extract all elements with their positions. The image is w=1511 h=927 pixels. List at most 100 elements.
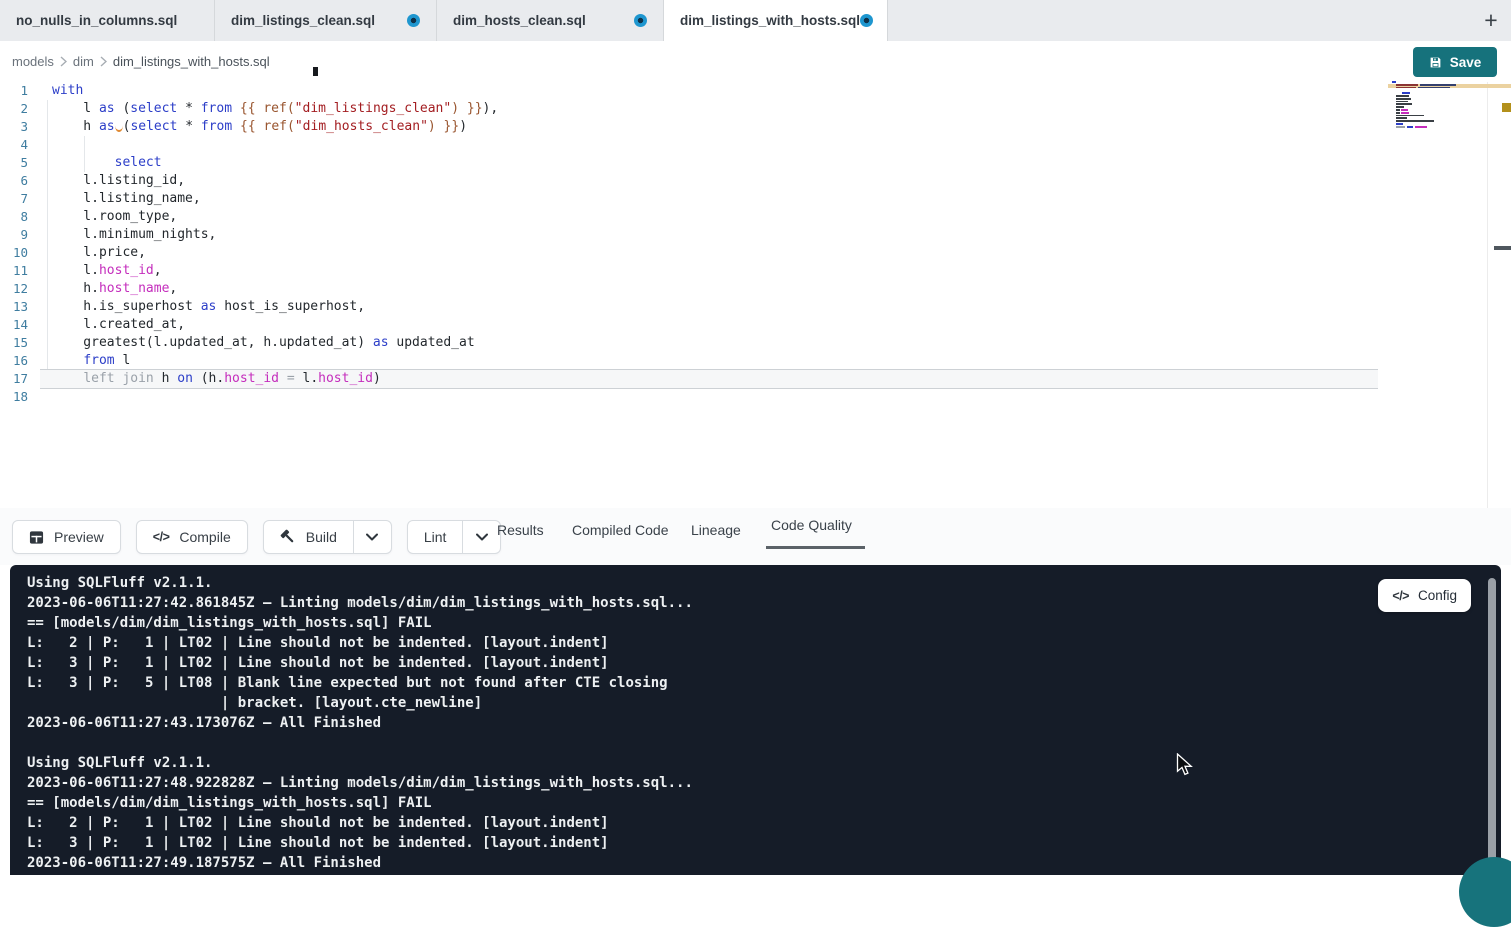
unsaved-changes-icon[interactable] bbox=[407, 14, 420, 27]
code-text: h as(select * from {{ ref("dim_hosts_cle… bbox=[28, 118, 467, 136]
line-number: 8 bbox=[0, 208, 28, 226]
minimap-line bbox=[1401, 112, 1409, 114]
breadcrumb-item[interactable]: dim bbox=[73, 54, 94, 69]
file-tab-dim_listings_clean[interactable]: dim_listings_clean.sql bbox=[215, 0, 437, 41]
lint-options-button[interactable] bbox=[462, 521, 500, 553]
code-line-15[interactable]: 15 greatest(l.updated_at, h.updated_at) … bbox=[0, 334, 1511, 352]
code-text: l.created_at, bbox=[28, 316, 185, 334]
mouse-cursor bbox=[1176, 753, 1195, 782]
minimap[interactable] bbox=[1388, 81, 1511, 151]
active-tab-underline bbox=[766, 546, 865, 549]
lint-label: Lint bbox=[424, 529, 447, 545]
code-text bbox=[28, 388, 52, 406]
unsaved-changes-icon[interactable] bbox=[634, 14, 647, 27]
file-tab-dim_listings_with_hosts[interactable]: dim_listings_with_hosts.sql bbox=[664, 0, 888, 41]
file-tab-dim_hosts_clean[interactable]: dim_hosts_clean.sql bbox=[437, 0, 664, 41]
line-number: 7 bbox=[0, 190, 28, 208]
save-button[interactable]: Save bbox=[1413, 47, 1497, 77]
code-line-4[interactable]: 4 bbox=[0, 136, 1511, 154]
code-text: select bbox=[28, 154, 162, 172]
breadcrumb: models dim dim_listings_with_hosts.sql bbox=[0, 41, 1511, 82]
code-text: left join h on (h.host_id = l.host_id) bbox=[28, 370, 381, 388]
code-line-10[interactable]: 10 l.price, bbox=[0, 244, 1511, 262]
minimap-line bbox=[1396, 84, 1418, 86]
panel-tab-results[interactable]: Results bbox=[497, 508, 544, 552]
file-tab-label: no_nulls_in_columns.sql bbox=[16, 13, 177, 28]
minimap-line bbox=[1396, 106, 1404, 108]
minimap-line bbox=[1396, 115, 1424, 117]
minimap-line bbox=[1396, 126, 1405, 128]
code-line-9[interactable]: 9 l.minimum_nights, bbox=[0, 226, 1511, 244]
code-line-18[interactable]: 18 bbox=[0, 388, 1511, 406]
build-options-button[interactable] bbox=[353, 521, 391, 553]
file-tab-label: dim_listings_with_hosts.sql bbox=[680, 13, 860, 28]
lint-squiggle bbox=[115, 119, 123, 132]
code-line-16[interactable]: 16 from l bbox=[0, 352, 1511, 370]
line-number: 17 bbox=[0, 370, 28, 388]
code-text: l.listing_id, bbox=[28, 172, 185, 190]
code-text: h.is_superhost as host_is_superhost, bbox=[28, 298, 365, 316]
code-line-2[interactable]: 2 l as (select * from {{ ref("dim_listin… bbox=[0, 100, 1511, 118]
build-button[interactable]: Build bbox=[264, 521, 353, 553]
breadcrumb-item[interactable]: models bbox=[12, 54, 54, 69]
code-text bbox=[28, 136, 52, 154]
minimap-line bbox=[1396, 117, 1407, 119]
action-bar: Preview </> Compile Build Lint bbox=[0, 508, 1511, 565]
terminal-panel: Using SQLFluff v2.1.1. 2023-06-06T11:27:… bbox=[10, 565, 1501, 875]
file-tab-bar: no_nulls_in_columns.sql dim_listings_clea… bbox=[0, 0, 1511, 41]
minimap-line bbox=[1401, 109, 1408, 111]
compile-button[interactable]: </> Compile bbox=[136, 520, 248, 554]
code-line-17[interactable]: 17 left join h on (h.host_id = l.host_id… bbox=[0, 370, 1511, 388]
minimap-line bbox=[1396, 98, 1411, 100]
code-line-13[interactable]: 13 h.is_superhost as host_is_superhost, bbox=[0, 298, 1511, 316]
preview-button[interactable]: Preview bbox=[12, 520, 121, 554]
line-number: 11 bbox=[0, 262, 28, 280]
code-text: from l bbox=[28, 352, 130, 370]
minimap-line bbox=[1396, 87, 1416, 89]
line-number: 13 bbox=[0, 298, 28, 316]
panel-tab-code-quality[interactable]: Code Quality bbox=[771, 503, 852, 547]
new-tab-button[interactable]: + bbox=[1471, 0, 1511, 41]
code-text: l as (select * from {{ ref("dim_listings… bbox=[28, 100, 498, 118]
line-number: 9 bbox=[0, 226, 28, 244]
line-number: 2 bbox=[0, 100, 28, 118]
file-tab-no_nulls_in_columns[interactable]: no_nulls_in_columns.sql bbox=[0, 0, 215, 41]
minimap-line bbox=[1396, 95, 1409, 97]
code-line-7[interactable]: 7 l.listing_name, bbox=[0, 190, 1511, 208]
code-icon: </> bbox=[153, 530, 170, 544]
line-number: 12 bbox=[0, 280, 28, 298]
build-button-group: Build bbox=[263, 520, 392, 554]
line-number: 5 bbox=[0, 154, 28, 172]
line-number: 16 bbox=[0, 352, 28, 370]
breadcrumb-item[interactable]: dim_listings_with_hosts.sql bbox=[113, 54, 270, 69]
file-tab-label: dim_hosts_clean.sql bbox=[453, 13, 586, 28]
code-text: with bbox=[28, 82, 83, 100]
code-text: h.host_name, bbox=[28, 280, 177, 298]
code-line-14[interactable]: 14 l.created_at, bbox=[0, 316, 1511, 334]
overview-cursor-marker bbox=[1494, 246, 1511, 250]
compile-label: Compile bbox=[179, 529, 230, 545]
code-line-6[interactable]: 6 l.listing_id, bbox=[0, 172, 1511, 190]
code-line-1[interactable]: 1with bbox=[0, 82, 1511, 100]
minimap-line bbox=[1415, 126, 1427, 128]
unsaved-changes-icon[interactable] bbox=[860, 14, 873, 27]
chevron-right-icon bbox=[60, 56, 67, 67]
code-line-11[interactable]: 11 l.host_id, bbox=[0, 262, 1511, 280]
panel-tab-compiled-code[interactable]: Compiled Code bbox=[572, 508, 669, 552]
config-button[interactable]: </> Config bbox=[1378, 579, 1471, 612]
panel-tab-lineage[interactable]: Lineage bbox=[691, 508, 741, 552]
code-line-5[interactable]: 5 select bbox=[0, 154, 1511, 172]
code-editor[interactable]: 1with2 l as (select * from {{ ref("dim_l… bbox=[0, 82, 1511, 508]
minimap-line bbox=[1396, 103, 1412, 105]
code-line-8[interactable]: 8 l.room_type, bbox=[0, 208, 1511, 226]
file-tab-label: dim_listings_clean.sql bbox=[231, 13, 375, 28]
code-text: greatest(l.updated_at, h.updated_at) as … bbox=[28, 334, 475, 352]
line-number: 14 bbox=[0, 316, 28, 334]
code-line-3[interactable]: 3 h as(select * from {{ ref("dim_hosts_c… bbox=[0, 118, 1511, 136]
line-number: 3 bbox=[0, 118, 28, 136]
lint-button-group: Lint bbox=[407, 520, 502, 554]
terminal-scrollbar[interactable] bbox=[1488, 578, 1496, 872]
hammer-icon bbox=[280, 529, 296, 545]
code-line-12[interactable]: 12 h.host_name, bbox=[0, 280, 1511, 298]
lint-button[interactable]: Lint bbox=[408, 521, 463, 553]
